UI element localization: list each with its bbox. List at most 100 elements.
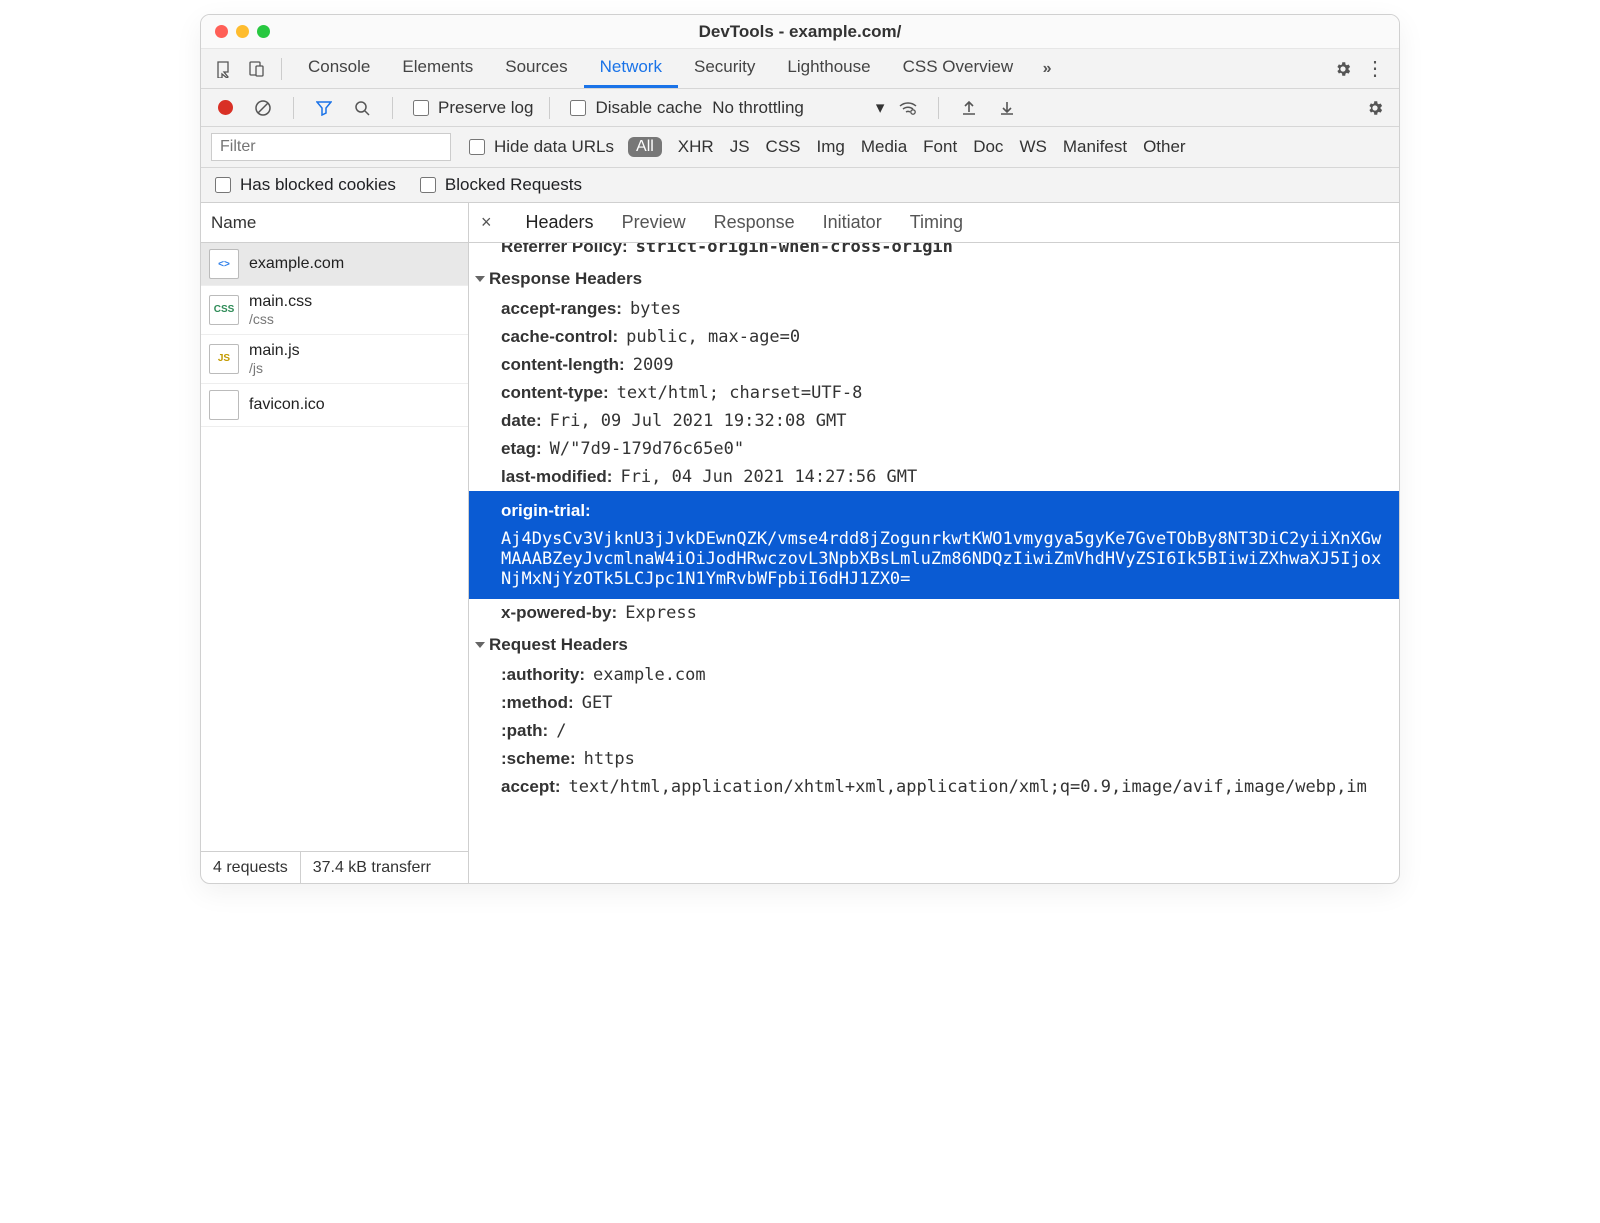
resource-type-filters: All XHR JS CSS Img Media Font Doc WS Manifest Othe…: [628, 137, 1186, 157]
filter-type-css[interactable]: CSS: [766, 137, 801, 157]
header-value: 2009: [633, 355, 674, 375]
preserve-log-label: Preserve log: [438, 98, 533, 118]
filter-type-js[interactable]: JS: [730, 137, 750, 157]
more-tabs-icon[interactable]: »: [1033, 55, 1061, 83]
filter-type-ws[interactable]: WS: [1019, 137, 1046, 157]
device-toggle-icon[interactable]: [243, 55, 271, 83]
tab-network[interactable]: Network: [584, 49, 678, 88]
detail-tab-headers[interactable]: Headers: [526, 212, 594, 233]
header-row[interactable]: cache-control: public, max-age=0: [469, 323, 1399, 351]
header-row[interactable]: :method: GET: [469, 689, 1399, 717]
status-transfer: 37.4 kB transferr: [301, 852, 443, 883]
hide-data-urls-checkbox[interactable]: Hide data URLs: [465, 136, 614, 158]
panel-settings-gear-icon[interactable]: [1361, 94, 1389, 122]
header-key: content-type:: [501, 383, 609, 403]
header-key: :scheme:: [501, 749, 576, 769]
filter-type-font[interactable]: Font: [923, 137, 957, 157]
request-name: main.css: [249, 292, 312, 311]
request-row[interactable]: JS main.js/js: [201, 335, 468, 384]
filter-funnel-icon[interactable]: [310, 94, 338, 122]
header-value: bytes: [630, 299, 681, 319]
tab-security[interactable]: Security: [678, 49, 771, 88]
request-list: <>example.comCSSmain.css/css JS main.js/js…: [201, 243, 468, 851]
request-row[interactable]: CSSmain.css/css: [201, 286, 468, 335]
header-key: :path:: [501, 721, 548, 741]
header-value: text/html; charset=UTF-8: [617, 383, 863, 403]
filter-type-other[interactable]: Other: [1143, 137, 1186, 157]
file-type-icon: JS: [209, 344, 239, 374]
header-row[interactable]: content-length: 2009: [469, 351, 1399, 379]
header-row[interactable]: etag: W/"7d9-179d76c65e0": [469, 435, 1399, 463]
caret-down-icon: [475, 276, 485, 282]
request-path: /js: [249, 360, 300, 377]
header-row-referrer-policy: Referrer Policy: strict-origin-when-cros…: [469, 243, 1399, 261]
header-value: strict-origin-when-cross-origin: [636, 243, 953, 257]
blocked-requests-checkbox[interactable]: Blocked Requests: [416, 174, 582, 196]
header-value: example.com: [593, 665, 706, 685]
kebab-menu-icon[interactable]: ⋮: [1361, 55, 1389, 83]
section-title-label: Request Headers: [489, 635, 628, 655]
header-key: Referrer Policy:: [501, 243, 628, 257]
search-icon[interactable]: [348, 94, 376, 122]
disable-cache-checkbox[interactable]: Disable cache: [566, 97, 702, 119]
header-row[interactable]: content-type: text/html; charset=UTF-8: [469, 379, 1399, 407]
has-blocked-cookies-checkbox[interactable]: Has blocked cookies: [211, 174, 396, 196]
header-row[interactable]: accept: text/html,application/xhtml+xml,…: [469, 773, 1399, 801]
request-row[interactable]: favicon.ico: [201, 384, 468, 427]
request-name: main.js: [249, 341, 300, 360]
header-key: etag:: [501, 439, 542, 459]
request-row[interactable]: <>example.com: [201, 243, 468, 286]
settings-gear-icon[interactable]: [1329, 55, 1357, 83]
network-conditions-icon[interactable]: [894, 94, 922, 122]
close-detail-icon[interactable]: ×: [481, 212, 500, 233]
filter-type-all[interactable]: All: [628, 137, 662, 157]
request-headers-section[interactable]: Request Headers: [469, 627, 1399, 661]
clear-icon[interactable]: [249, 94, 277, 122]
detail-tab-response[interactable]: Response: [714, 212, 795, 233]
detail-tab-timing[interactable]: Timing: [910, 212, 963, 233]
blocked-requests-label: Blocked Requests: [445, 175, 582, 195]
throttling-value: No throttling: [712, 98, 804, 118]
header-row[interactable]: origin-trial: Aj4DysCv3VjknU3jJvkDEwnQZK…: [469, 491, 1399, 599]
throttling-select[interactable]: No throttling ▾: [712, 98, 884, 118]
detail-tab-preview[interactable]: Preview: [622, 212, 686, 233]
inspect-icon[interactable]: [211, 55, 239, 83]
header-row[interactable]: :scheme: https: [469, 745, 1399, 773]
header-key: :method:: [501, 693, 574, 713]
header-value: Fri, 09 Jul 2021 19:32:08 GMT: [550, 411, 847, 431]
header-row[interactable]: :authority: example.com: [469, 661, 1399, 689]
filter-type-xhr[interactable]: XHR: [678, 137, 714, 157]
request-text: example.com: [249, 254, 344, 273]
header-key: x-powered-by:: [501, 603, 617, 623]
header-row[interactable]: last-modified: Fri, 04 Jun 2021 14:27:56…: [469, 463, 1399, 491]
header-row[interactable]: x-powered-by: Express: [469, 599, 1399, 627]
filter-type-manifest[interactable]: Manifest: [1063, 137, 1127, 157]
upload-har-icon[interactable]: [955, 94, 983, 122]
response-headers-section[interactable]: Response Headers: [469, 261, 1399, 295]
tab-elements[interactable]: Elements: [386, 49, 489, 88]
header-row[interactable]: :path: /: [469, 717, 1399, 745]
filter-type-doc[interactable]: Doc: [973, 137, 1003, 157]
tab-css-overview[interactable]: CSS Overview: [887, 49, 1030, 88]
header-value: Aj4DysCv3VjknU3jJvkDEwnQZK/vmse4rdd8jZog…: [501, 529, 1389, 589]
tab-lighthouse[interactable]: Lighthouse: [771, 49, 886, 88]
header-value: text/html,application/xhtml+xml,applicat…: [569, 777, 1367, 797]
record-button[interactable]: [211, 94, 239, 122]
tab-console[interactable]: Console: [292, 49, 386, 88]
header-key: :authority:: [501, 665, 585, 685]
tab-sources[interactable]: Sources: [489, 49, 583, 88]
filter-type-media[interactable]: Media: [861, 137, 907, 157]
network-toolbar: Preserve log Disable cache No throttling…: [201, 89, 1399, 127]
detail-tab-initiator[interactable]: Initiator: [823, 212, 882, 233]
header-row[interactable]: accept-ranges: bytes: [469, 295, 1399, 323]
separator: [281, 58, 282, 80]
filter-type-img[interactable]: Img: [817, 137, 845, 157]
download-har-icon[interactable]: [993, 94, 1021, 122]
header-row[interactable]: date: Fri, 09 Jul 2021 19:32:08 GMT: [469, 407, 1399, 435]
preserve-log-checkbox[interactable]: Preserve log: [409, 97, 533, 119]
request-text: favicon.ico: [249, 395, 325, 414]
header-value: W/"7d9-179d76c65e0": [550, 439, 744, 459]
request-list-header[interactable]: Name: [201, 203, 468, 243]
header-value: Express: [625, 603, 697, 623]
filter-input[interactable]: [211, 133, 451, 161]
